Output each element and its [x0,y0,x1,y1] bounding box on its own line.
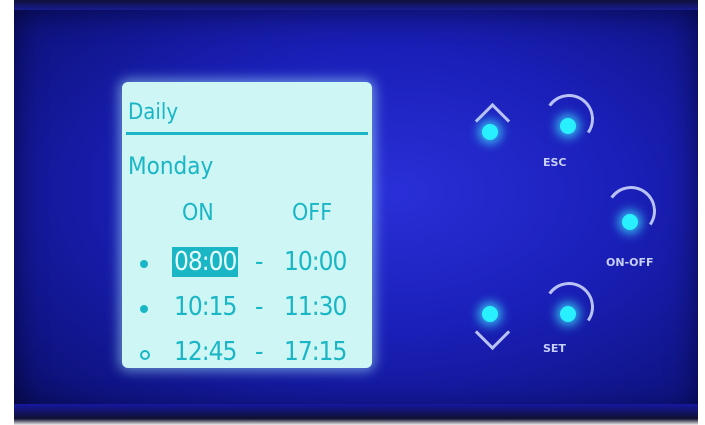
column-header-on: ON [182,200,214,226]
power-arc-icon [602,182,660,240]
chevron-down-icon [474,314,511,351]
esc-label: ESC [543,156,567,169]
time-separator: - [255,337,264,367]
device-bottom-edge [14,404,698,425]
row-marker-dot [140,260,148,268]
esc-button[interactable]: ESC [540,90,600,174]
off-time[interactable]: 17:15 [284,337,347,367]
down-button[interactable] [468,296,518,356]
set-label: SET [543,342,566,355]
off-time[interactable]: 11:30 [284,292,347,322]
set-button[interactable]: SET [540,278,600,362]
time-separator: - [255,292,264,322]
on-off-button[interactable]: ON-OFF [600,182,670,271]
row-marker-hollow-dot [140,350,150,360]
on-time[interactable]: 12:45 [172,337,238,367]
esc-button-led [560,118,576,134]
schedule-row[interactable]: 12:45 - 17:15 [122,337,372,368]
column-header-off: OFF [292,200,333,226]
set-button-led [560,306,576,322]
row-marker-dot [140,305,148,313]
schedule-row[interactable]: 08:00 - 10:00 [122,247,372,281]
lcd-screen: Daily Monday ON OFF 08:00 - 10:00 10:15 … [122,82,372,368]
lcd-title: Daily [128,100,179,125]
time-separator: - [255,247,264,277]
lcd-day: Monday [128,152,214,180]
on-time[interactable]: 10:15 [172,292,238,322]
on-off-button-led [622,214,638,230]
on-time-selected[interactable]: 08:00 [172,247,239,277]
on-off-label: ON-OFF [606,256,654,269]
up-button[interactable] [468,96,518,156]
schedule-row[interactable]: 10:15 - 11:30 [122,292,372,326]
lcd-title-underline [126,132,368,135]
off-time[interactable]: 10:00 [284,247,347,277]
up-button-led [482,124,498,140]
